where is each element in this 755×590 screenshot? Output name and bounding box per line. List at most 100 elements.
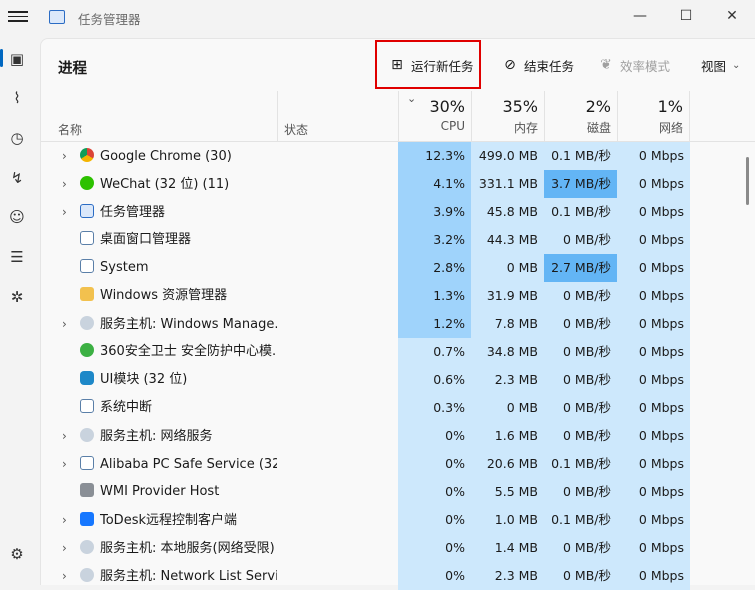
view-button[interactable]: 视图 ⌄ <box>701 53 740 77</box>
process-name-cell: System <box>62 254 277 282</box>
title-bar: 任务管理器 — ☐ ✕ <box>0 0 755 36</box>
process-row[interactable]: System 2.8% 0 MB 2.7 MB/秒 0 Mbps <box>41 254 755 282</box>
process-row[interactable]: › 任务管理器 3.9% 45.8 MB 0.1 MB/秒 0 Mbps <box>41 198 755 226</box>
process-row[interactable]: › 服务主机: 网络服务 0% 1.6 MB 0 MB/秒 0 Mbps <box>41 422 755 450</box>
chevron-right-icon[interactable]: › <box>62 450 76 478</box>
column-status[interactable]: 状态 <box>284 121 308 138</box>
process-net-cell: 0 Mbps <box>617 282 690 310</box>
process-mem-cell: 2.3 MB <box>471 562 544 590</box>
process-row[interactable]: › 服务主机: Windows Manage... 1.2% 7.8 MB 0 MB/秒… <box>41 310 755 338</box>
process-name: 服务主机: Network List Servi... <box>100 569 277 584</box>
chevron-right-icon[interactable]: › <box>62 142 76 170</box>
end-task-label: 结束任务 <box>524 58 575 74</box>
process-name-cell: › Google Chrome (30) <box>62 142 277 170</box>
process-name-cell: 桌面窗口管理器 <box>62 226 277 254</box>
process-name: System <box>100 260 149 275</box>
app-history-icon[interactable]: ◷ <box>6 127 28 149</box>
process-net-cell: 0 Mbps <box>617 394 690 422</box>
processes-icon[interactable]: ▣ <box>6 48 28 70</box>
folder-icon <box>80 287 94 301</box>
wechat-icon <box>80 176 94 190</box>
settings-gear-icon[interactable]: ⚙ <box>6 543 28 565</box>
process-cpu-cell: 0.7% <box>398 338 471 366</box>
process-net-cell: 0 Mbps <box>617 534 690 562</box>
todesk-icon <box>80 512 94 526</box>
efficiency-mode-button[interactable]: ❦ 效率模式 <box>598 53 670 77</box>
users-icon[interactable]: ☺ <box>6 206 28 228</box>
chevron-right-icon[interactable]: › <box>62 534 76 562</box>
process-net-cell: 0 Mbps <box>617 254 690 282</box>
close-button[interactable]: ✕ <box>710 2 754 30</box>
highlight-box <box>375 40 481 89</box>
process-row[interactable]: 360安全卫士 安全防护中心模... 0.7% 34.8 MB 0 MB/秒 0 Mbp… <box>41 338 755 366</box>
process-name: Alibaba PC Safe Service (32... <box>100 457 277 472</box>
process-mem-cell: 5.5 MB <box>471 478 544 506</box>
process-net-cell: 0 Mbps <box>617 226 690 254</box>
process-name: UI模块 (32 位) <box>100 372 188 387</box>
chevron-right-icon[interactable]: › <box>62 198 76 226</box>
process-row[interactable]: 系统中断 0.3% 0 MB 0 MB/秒 0 Mbps <box>41 394 755 422</box>
chevron-right-icon[interactable]: › <box>62 562 76 590</box>
column-memory[interactable]: 35% 内存 <box>471 91 544 141</box>
details-icon[interactable]: ☰ <box>6 246 28 268</box>
process-mem-cell: 0 MB <box>471 254 544 282</box>
disk-total: 2% <box>585 97 611 116</box>
process-row[interactable]: › 服务主机: 本地服务(网络受限) 0% 1.4 MB 0 MB/秒 0 Mbps <box>41 534 755 562</box>
chevron-right-icon[interactable]: › <box>62 310 76 338</box>
process-row[interactable]: Windows 资源管理器 1.3% 31.9 MB 0 MB/秒 0 Mbps <box>41 282 755 310</box>
column-divider <box>277 91 278 141</box>
window-icon <box>80 231 94 245</box>
process-net-cell: 0 Mbps <box>617 310 690 338</box>
process-disk-cell: 0 MB/秒 <box>544 534 617 562</box>
column-name[interactable]: 名称 <box>58 121 82 138</box>
process-mem-cell: 7.8 MB <box>471 310 544 338</box>
startup-apps-icon[interactable]: ↯ <box>6 167 28 189</box>
chevron-right-icon[interactable]: › <box>62 422 76 450</box>
shield-360-icon <box>80 343 94 357</box>
process-name: 服务主机: 本地服务(网络受限) <box>100 541 275 556</box>
service-gear-icon <box>80 568 94 582</box>
chevron-right-icon[interactable]: › <box>62 506 76 534</box>
process-cpu-cell: 0% <box>398 478 471 506</box>
process-row[interactable]: 桌面窗口管理器 3.2% 44.3 MB 0 MB/秒 0 Mbps <box>41 226 755 254</box>
process-name-cell: › 任务管理器 <box>62 198 277 226</box>
process-row[interactable]: › WeChat (32 位) (11) 4.1% 331.1 MB 3.7 MB/秒 0… <box>41 170 755 198</box>
performance-icon[interactable]: ⌇ <box>6 87 28 109</box>
process-disk-cell: 0.1 MB/秒 <box>544 450 617 478</box>
cpu-label: CPU <box>440 119 465 133</box>
process-row[interactable]: UI模块 (32 位) 0.6% 2.3 MB 0 MB/秒 0 Mbps <box>41 366 755 394</box>
hamburger-menu-icon[interactable] <box>8 8 28 26</box>
process-row[interactable]: › Google Chrome (30) 12.3% 499.0 MB 0.1 MB/秒… <box>41 142 755 170</box>
minimize-button[interactable]: — <box>618 2 662 30</box>
process-mem-cell: 1.6 MB <box>471 422 544 450</box>
scrollbar[interactable] <box>746 157 749 205</box>
process-name: WeChat (32 位) (11) <box>100 177 230 192</box>
maximize-button[interactable]: ☐ <box>664 2 708 30</box>
process-name-cell: › Alibaba PC Safe Service (32... <box>62 450 277 478</box>
process-net-cell: 0 Mbps <box>617 478 690 506</box>
process-row[interactable]: › 服务主机: Network List Servi... 0% 2.3 MB 0 MB… <box>41 562 755 590</box>
process-cpu-cell: 1.2% <box>398 310 471 338</box>
process-mem-cell: 45.8 MB <box>471 198 544 226</box>
task-manager-icon <box>80 204 94 218</box>
process-name-cell: 系统中断 <box>62 394 277 422</box>
process-disk-cell: 0 MB/秒 <box>544 282 617 310</box>
process-disk-cell: 0 MB/秒 <box>544 338 617 366</box>
column-disk[interactable]: 2% 磁盘 <box>544 91 617 141</box>
chevron-right-icon[interactable]: › <box>62 170 76 198</box>
process-mem-cell: 20.6 MB <box>471 450 544 478</box>
window-title: 任务管理器 <box>78 12 141 27</box>
column-network[interactable]: 1% 网络 <box>617 91 690 141</box>
process-disk-cell: 0 MB/秒 <box>544 422 617 450</box>
end-task-button[interactable]: ⊘ 结束任务 <box>502 53 574 77</box>
process-name: 服务主机: 网络服务 <box>100 429 213 444</box>
process-cpu-cell: 0.6% <box>398 366 471 394</box>
process-name-cell: › WeChat (32 位) (11) <box>62 170 277 198</box>
process-row[interactable]: WMI Provider Host 0% 5.5 MB 0 MB/秒 0 Mbps <box>41 478 755 506</box>
services-icon[interactable]: ✲ <box>6 286 28 308</box>
process-row[interactable]: › ToDesk远程控制客户端 0% 1.0 MB 0.1 MB/秒 0 Mbps <box>41 506 755 534</box>
network-total: 1% <box>657 97 683 116</box>
process-name-cell: › 服务主机: 网络服务 <box>62 422 277 450</box>
process-row[interactable]: › Alibaba PC Safe Service (32... 0% 20.6 MB… <box>41 450 755 478</box>
process-name: Google Chrome (30) <box>100 149 232 164</box>
